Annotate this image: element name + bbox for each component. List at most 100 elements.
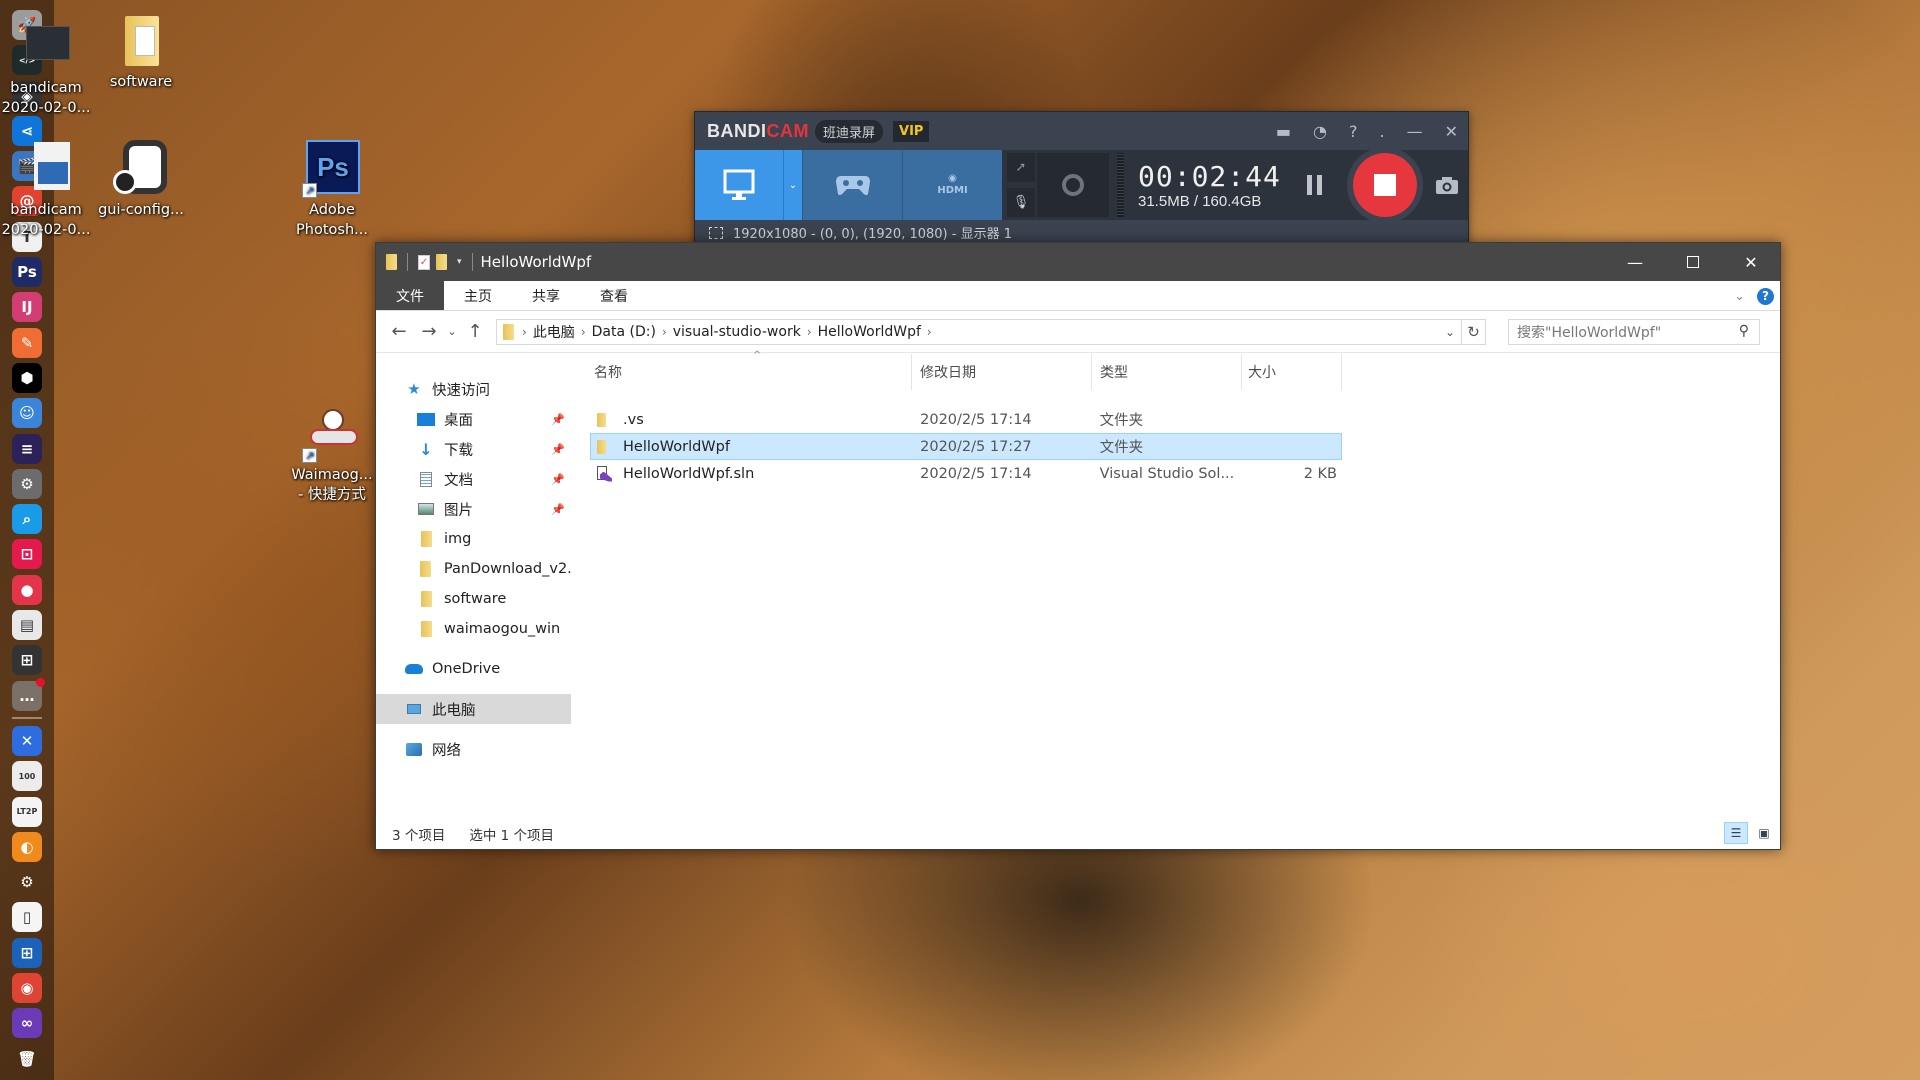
desktop-icon-software[interactable]: software [95, 12, 187, 92]
chevron-right-icon[interactable]: › [522, 325, 527, 339]
nav-desktop[interactable]: 桌面 📌 [376, 404, 571, 434]
dock-system-prefs-icon[interactable]: ⚙ [12, 468, 42, 499]
stop-recording-button[interactable] [1346, 147, 1423, 223]
breadcrumb-visual-studio-work[interactable]: visual-studio-work [673, 324, 801, 340]
tab-file[interactable]: 文件 [376, 281, 444, 310]
desktop-icon-waimaogou[interactable]: ↗ Waimaog... - 快捷方式 [286, 405, 378, 505]
search-icon[interactable]: ⚲ [1739, 323, 1749, 339]
dock-postman-icon[interactable]: ✎ [12, 327, 42, 358]
details-view-button[interactable]: ☰ [1724, 822, 1748, 844]
nav-folder-img[interactable]: img [376, 524, 571, 554]
nav-documents[interactable]: 文档 📌 [376, 464, 571, 494]
customize-qa-dropdown-icon[interactable]: ▾ [457, 257, 462, 267]
nav-folder-waimaogou[interactable]: waimaogou_win [376, 614, 571, 644]
desktop-icon-bandicam-video-2[interactable]: bandicam 2020-02-0... [0, 140, 92, 240]
nav-onedrive[interactable]: OneDrive [376, 654, 571, 684]
nav-downloads[interactable]: ↓ 下载 📌 [376, 434, 571, 464]
address-bar[interactable]: › 此电脑 › Data (D:) › visual-studio-work ›… [496, 318, 1486, 345]
dock-windows-icon[interactable]: ⊞ [12, 645, 42, 676]
nav-network[interactable]: 网络 [376, 734, 571, 764]
file-row[interactable]: HelloWorldWpf.sln 2020/2/5 17:14 Visual … [590, 460, 1342, 487]
nav-this-pc[interactable]: 此电脑 [376, 694, 571, 724]
microphone-icon[interactable]: 🎙 [1007, 188, 1035, 217]
clock-icon[interactable]: ◔ [1313, 122, 1327, 141]
dock-crop-tool-icon[interactable]: ⊡ [12, 539, 42, 570]
column-header-type[interactable]: 类型 [1092, 354, 1242, 390]
dock-screen-recorder-icon[interactable]: ● [12, 574, 42, 605]
mode-dropdown-button[interactable]: ⌄ [783, 150, 802, 220]
minimize-button[interactable]: — [1606, 243, 1664, 281]
chevron-right-icon[interactable]: › [662, 325, 667, 339]
dock-finder-icon[interactable]: ☺ [12, 398, 42, 429]
minimize-icon[interactable]: — [1407, 122, 1423, 141]
webcam-button[interactable] [1037, 153, 1109, 217]
recent-locations-icon[interactable]: ⌄ [444, 325, 460, 338]
pin-icon[interactable]: 📌 [551, 443, 565, 456]
desktop-icon-bandicam-video-1[interactable]: bandicam 2020-02-0... [0, 18, 92, 118]
dock-score-100-icon[interactable]: 100 [12, 761, 42, 792]
close-icon[interactable]: ✕ [1445, 122, 1458, 141]
dock-powershell-hex-icon[interactable]: ⬢ [12, 362, 42, 393]
folder-icon[interactable]: ▬ [1276, 122, 1291, 141]
screenshot-button[interactable] [1435, 150, 1459, 220]
pause-button[interactable] [1306, 150, 1327, 220]
explorer-titlebar[interactable]: ✓ ▾ HelloWorldWpf — ✕ [376, 243, 1780, 281]
dock-settings-icon[interactable]: ⚙ [12, 867, 42, 897]
desktop-icon-gui-config[interactable]: gui-config... [95, 140, 187, 220]
back-arrow-icon[interactable]: ← [384, 321, 414, 342]
screen-recording-mode-button[interactable] [695, 150, 783, 220]
pin-icon[interactable]: 📌 [551, 473, 565, 486]
column-header-size[interactable]: 大小 [1242, 354, 1342, 390]
nav-folder-software[interactable]: software [376, 584, 571, 614]
dock-notes-icon[interactable]: ▤ [12, 610, 42, 641]
up-arrow-icon[interactable]: ↑ [460, 321, 490, 342]
new-folder-icon[interactable] [436, 254, 447, 270]
nav-pictures[interactable]: 图片 📌 [376, 494, 571, 524]
column-header-date[interactable]: 修改日期 [912, 354, 1092, 390]
expand-ribbon-icon[interactable]: ⌄ [1734, 289, 1745, 304]
help-icon[interactable]: ? [1349, 122, 1358, 141]
cursor-toggle-icon[interactable]: ➚ [1007, 153, 1035, 182]
search-input[interactable]: 搜索"HelloWorldWpf" ⚲ [1508, 318, 1760, 345]
dock-intellij-icon[interactable]: IJ [12, 292, 42, 323]
breadcrumb-this-pc[interactable]: 此电脑 [533, 322, 575, 342]
tab-view[interactable]: 查看 [580, 281, 648, 310]
pin-icon[interactable]: 📌 [551, 503, 565, 516]
dock-dev-tools-icon[interactable]: ✕ [12, 725, 42, 756]
address-dropdown-icon[interactable]: ⌄ [1439, 325, 1461, 339]
dock-more-apps-icon[interactable]: … [12, 677, 45, 711]
game-recording-mode-button[interactable] [802, 150, 902, 220]
column-header-name[interactable]: 名称 [590, 354, 912, 390]
forward-arrow-icon[interactable]: → [414, 321, 444, 342]
maximize-button[interactable] [1664, 243, 1722, 281]
file-row[interactable]: .vs 2020/2/5 17:14 文件夹 [590, 406, 1342, 433]
chevron-right-icon[interactable]: › [807, 325, 812, 339]
nav-folder-pandownload[interactable]: PanDownload_v2. [376, 554, 571, 584]
minimize-to-tray-icon[interactable]: . [1380, 122, 1385, 141]
chevron-right-icon[interactable]: › [927, 325, 932, 339]
breadcrumb-helloworldwpf[interactable]: HelloWorldWpf [818, 324, 921, 340]
refresh-icon[interactable]: ↻ [1461, 319, 1485, 344]
close-button[interactable]: ✕ [1722, 243, 1780, 281]
dock-visual-studio-icon[interactable]: ∞ [12, 1008, 42, 1039]
region-select-icon[interactable] [709, 226, 723, 239]
help-icon[interactable]: ? [1757, 287, 1774, 305]
dock-search-tool-icon[interactable]: ⌕ [12, 504, 42, 535]
properties-icon[interactable]: ✓ [418, 254, 430, 270]
tab-home[interactable]: 主页 [444, 281, 512, 310]
pin-icon[interactable]: 📌 [551, 413, 565, 426]
large-icons-view-button[interactable]: ▣ [1752, 822, 1776, 844]
dock-photoshop-icon[interactable]: Ps [12, 257, 42, 288]
breadcrumb-data-d[interactable]: Data (D:) [592, 324, 656, 340]
nav-quick-access[interactable]: ★ 快速访问 [376, 374, 571, 404]
dock-microsoft-store-icon[interactable]: ⊞ [12, 937, 42, 968]
dock-eclipse-icon[interactable]: ≡ [12, 433, 42, 464]
dock-blank-file-icon[interactable]: ▯ [12, 902, 42, 933]
device-recording-mode-button[interactable]: ◉ HDMI [902, 150, 1002, 220]
bandicam-titlebar[interactable]: BANDICAM 班迪录屏 VIP ▬ ◔ ? . — ✕ [695, 112, 1468, 150]
chevron-right-icon[interactable]: › [581, 325, 586, 339]
dock-lt2p-icon[interactable]: LT2P [12, 796, 42, 827]
desktop-icon-photoshop[interactable]: Ps ↗ Adobe Photosh... [286, 140, 378, 240]
file-row-selected[interactable]: HelloWorldWpf 2020/2/5 17:27 文件夹 [590, 433, 1342, 460]
tab-share[interactable]: 共享 [512, 281, 580, 310]
